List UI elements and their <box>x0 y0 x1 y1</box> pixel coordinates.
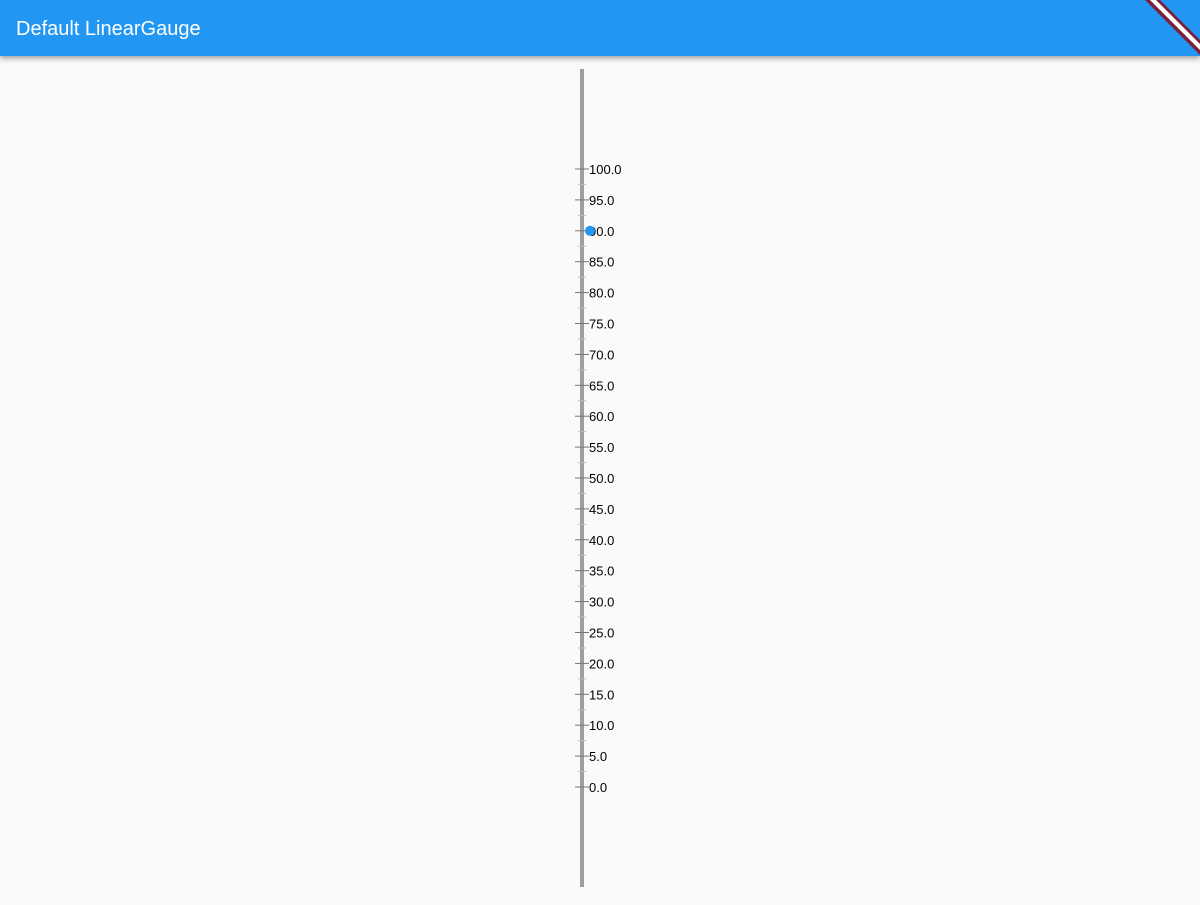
gauge-tick-label: 60.0 <box>589 409 614 424</box>
gauge-tick-label: 20.0 <box>589 656 614 671</box>
gauge-tick-label: 10.0 <box>589 718 614 733</box>
app-bar-title: Default LinearGauge <box>16 18 201 40</box>
gauge-tick-label: 15.0 <box>589 687 614 702</box>
gauge-tick-label: 0.0 <box>589 780 607 795</box>
gauge-tick-label: 65.0 <box>589 378 614 393</box>
gauge-tick-label: 80.0 <box>589 286 614 301</box>
gauge-ticks <box>575 168 589 788</box>
gauge-tick-label: 5.0 <box>589 749 607 764</box>
gauge-tick-label: 40.0 <box>589 533 614 548</box>
linear-gauge-svg: 0.0 5.0 10.0 15.0 20.0 25.0 30.0 35.0 40.0 45.0 50… <box>575 69 622 887</box>
gauge-pointer-marker[interactable] <box>585 225 595 236</box>
gauge-tick-label: 95.0 <box>589 193 614 208</box>
gauge-tick-label: 75.0 <box>589 317 614 332</box>
debug-banner <box>1140 0 1200 60</box>
gauge-tick-label: 30.0 <box>589 595 614 610</box>
gauge-tick-label: 100.0 <box>589 162 622 177</box>
gauge-tick-label: 35.0 <box>589 564 614 579</box>
gauge-tick-label: 55.0 <box>589 440 614 455</box>
linear-gauge: 0.0 5.0 10.0 15.0 20.0 25.0 30.0 35.0 40.0 45.0 50… <box>0 56 1200 900</box>
gauge-tick-label: 50.0 <box>589 471 614 486</box>
gauge-tick-label: 45.0 <box>589 502 614 517</box>
gauge-tick-label: 70.0 <box>589 347 614 362</box>
debug-banner-icon <box>1145 0 1200 55</box>
app-bar: Default LinearGauge <box>0 0 1200 56</box>
gauge-tick-label: 25.0 <box>589 626 614 641</box>
gauge-tick-label: 85.0 <box>589 255 614 270</box>
gauge-labels: 0.0 5.0 10.0 15.0 20.0 25.0 30.0 35.0 40.0 45.0 50… <box>589 162 622 795</box>
